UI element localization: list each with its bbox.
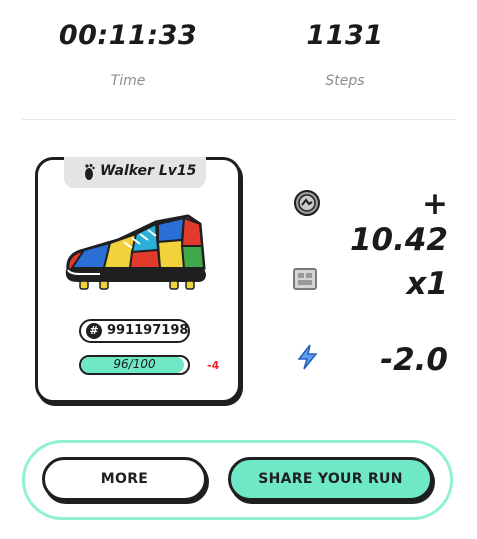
earnings-value: + 10.42 — [349, 186, 448, 258]
energy-bolt-icon — [297, 344, 318, 370]
share-your-run-button[interactable]: SHARE YOUR RUN — [228, 457, 433, 501]
sneaker-badge-label: Walker Lv15 — [100, 163, 197, 179]
steps-value: 1131 — [306, 20, 384, 51]
time-value: 00:11:33 — [58, 20, 198, 51]
steps-label: Steps — [325, 73, 365, 89]
durability-value: 96/100 — [113, 357, 156, 371]
more-button[interactable]: MORE — [42, 457, 207, 501]
durability-delta: -4 — [207, 359, 220, 372]
sneaker-image — [65, 214, 206, 290]
realm-stamp-icon — [293, 268, 317, 290]
time-label: Time — [110, 73, 146, 89]
hash-icon: # — [86, 323, 102, 339]
gst-coin-icon — [294, 190, 320, 216]
multiplier-value: x1 — [406, 266, 448, 302]
energy-value: -2.0 — [380, 342, 448, 378]
divider — [22, 119, 455, 120]
sneaker-id: 991197198 — [107, 323, 189, 338]
footprint-icon — [85, 164, 95, 180]
